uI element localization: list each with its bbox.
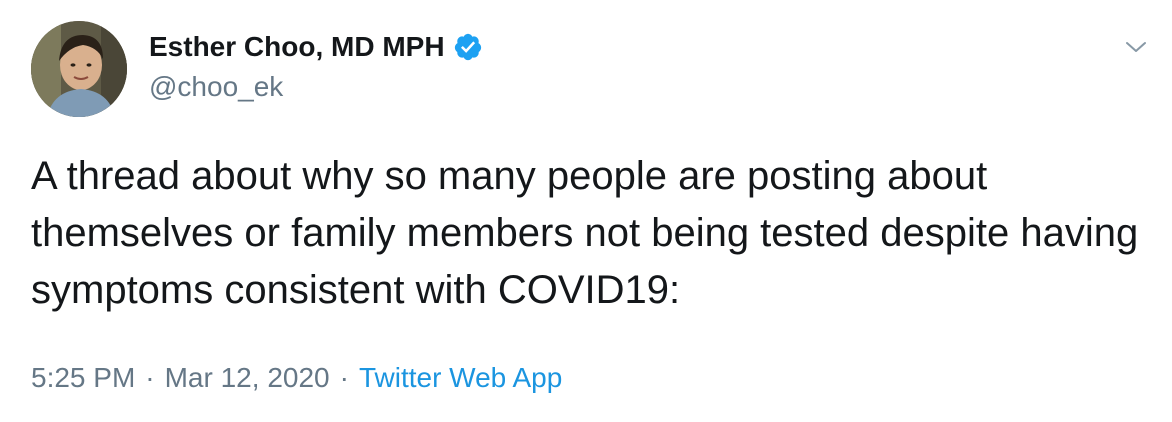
chevron-down-icon [1126,42,1146,52]
tweet-time[interactable]: 5:25 PM [31,362,135,393]
author-name-row: Esther Choo, MD MPH [149,30,483,64]
tweet-menu-button[interactable] [1120,33,1152,61]
tweet-metadata: 5:25 PM · Mar 12, 2020 · Twitter Web App [31,360,562,396]
verified-badge-icon [454,33,481,61]
tweet-source-link[interactable]: Twitter Web App [359,362,562,393]
profile-photo-icon [31,21,127,117]
tweet-text: A thread about why so many people are po… [31,154,1139,312]
author-display-name[interactable]: Esther Choo, MD MPH [149,30,445,64]
author-handle[interactable]: @choo_ek [149,70,283,104]
meta-separator-2: · [339,362,349,393]
avatar[interactable] [31,21,127,117]
tweet-date[interactable]: Mar 12, 2020 [165,362,330,393]
tweet-card: Esther Choo, MD MPH @choo_ek A thread ab… [0,0,1172,422]
meta-separator: · [145,362,155,393]
